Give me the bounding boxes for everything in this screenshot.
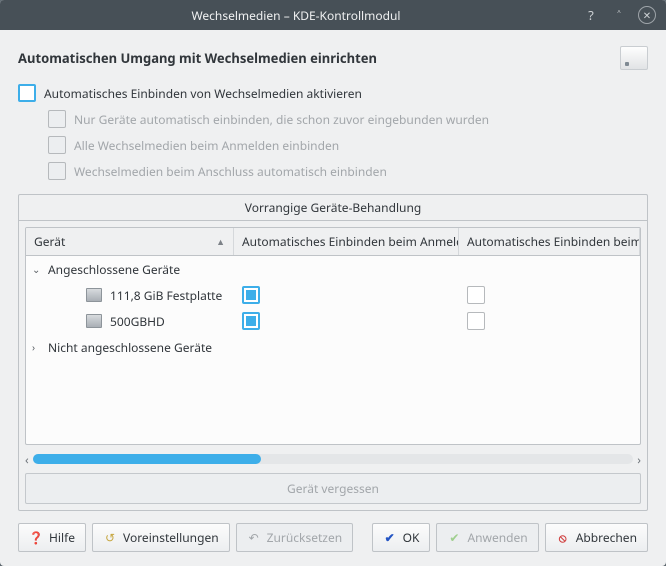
- scroll-right-icon[interactable]: ›: [637, 451, 641, 468]
- dialog-button-bar: ❓ Hilfe ↺ Voreinstellungen ↶ Zurücksetze…: [0, 523, 666, 566]
- help-icon: ❓: [29, 531, 43, 545]
- only-known-checkbox: [48, 110, 66, 128]
- titlebar-help-button[interactable]: ?: [582, 6, 600, 24]
- enable-automount-checkbox[interactable]: [18, 84, 36, 102]
- table-row[interactable]: 111,8 GiB Festplatte: [26, 282, 640, 308]
- apply-button: ✔ Anwenden: [436, 523, 538, 552]
- horizontal-scrollbar[interactable]: ‹ ›: [25, 451, 641, 467]
- help-label: Hilfe: [49, 529, 75, 546]
- titlebar-close-button[interactable]: ✕: [638, 6, 656, 24]
- scrollbar-track[interactable]: [33, 454, 634, 464]
- scrollbar-thumb[interactable]: [33, 454, 261, 464]
- on-attach-row: Wechselmedien beim Anschluss automatisch…: [48, 162, 648, 180]
- chevron-right-icon[interactable]: ›: [32, 340, 44, 354]
- apply-icon: ✔: [447, 531, 461, 545]
- group-attached-row[interactable]: ⌄ Angeschlossene Geräte: [26, 256, 640, 282]
- scroll-left-icon[interactable]: ‹: [25, 451, 29, 468]
- window-title: Wechselmedien – KDE-Kontrollmodul: [10, 7, 582, 24]
- col-device[interactable]: Gerät ▲: [26, 228, 234, 255]
- col-device-label: Gerät: [34, 233, 65, 250]
- defaults-button[interactable]: ↺ Voreinstellungen: [92, 523, 230, 552]
- reset-icon: ↶: [247, 531, 261, 545]
- reset-label: Zurücksetzen: [267, 529, 343, 546]
- login-checkbox[interactable]: [242, 286, 260, 304]
- cancel-label: Abbrechen: [576, 529, 637, 546]
- col-login[interactable]: Automatisches Einbinden beim Anmelden: [234, 228, 459, 255]
- sort-indicator-icon: ▲: [216, 235, 225, 248]
- chevron-down-icon[interactable]: ⌄: [32, 262, 44, 276]
- section-header: Automatischen Umgang mit Wechselmedien e…: [18, 46, 648, 70]
- kcm-window: Wechselmedien – KDE-Kontrollmodul ? ˄ ✕ …: [0, 0, 666, 566]
- on-attach-label: Wechselmedien beim Anschluss automatisch…: [74, 163, 387, 180]
- defaults-icon: ↺: [103, 531, 117, 545]
- group-attached-label: Angeschlossene Geräte: [48, 261, 180, 278]
- device-name: 500GBHD: [110, 313, 165, 330]
- col-attach-label: Automatisches Einbinden beim Anscl: [467, 233, 640, 250]
- table-row[interactable]: 500GBHD: [26, 308, 640, 334]
- device-override-panel: Vorrangige Geräte-Behandlung Gerät ▲ Aut…: [18, 194, 648, 511]
- titlebar: Wechselmedien – KDE-Kontrollmodul ? ˄ ✕: [0, 0, 666, 30]
- reset-button: ↶ Zurücksetzen: [236, 523, 354, 552]
- content: Automatischen Umgang mit Wechselmedien e…: [0, 30, 666, 523]
- table-header: Gerät ▲ Automatisches Einbinden beim Anm…: [26, 228, 640, 256]
- on-login-label: Alle Wechselmedien beim Anmelden einbind…: [74, 137, 339, 154]
- cancel-icon: ⦸: [556, 531, 570, 545]
- forget-device-button: Gerät vergessen: [25, 473, 641, 504]
- window-controls: ? ˄ ✕: [582, 6, 656, 24]
- page-title: Automatischen Umgang mit Wechselmedien e…: [18, 49, 377, 67]
- apply-label: Anwenden: [467, 529, 527, 546]
- only-known-label: Nur Geräte automatisch einbinden, die sc…: [74, 111, 489, 128]
- on-login-row: Alle Wechselmedien beim Anmelden einbind…: [48, 136, 648, 154]
- col-attach[interactable]: Automatisches Einbinden beim Anscl: [459, 228, 640, 255]
- ok-icon: ✔: [383, 531, 397, 545]
- only-known-row: Nur Geräte automatisch einbinden, die sc…: [48, 110, 648, 128]
- device-name: 111,8 GiB Festplatte: [110, 287, 222, 304]
- ok-button[interactable]: ✔ OK: [372, 523, 431, 552]
- forget-device-label: Gerät vergessen: [287, 480, 379, 497]
- enable-automount-label: Automatisches Einbinden von Wechselmedie…: [44, 85, 362, 102]
- attach-checkbox[interactable]: [467, 286, 485, 304]
- harddisk-icon: [86, 314, 102, 328]
- ok-label: OK: [403, 529, 420, 546]
- on-attach-checkbox: [48, 162, 66, 180]
- group-detached-row[interactable]: › Nicht angeschlossene Geräte: [26, 334, 640, 360]
- cancel-button[interactable]: ⦸ Abbrechen: [545, 523, 648, 552]
- panel-title: Vorrangige Geräte-Behandlung: [19, 195, 647, 221]
- group-detached-label: Nicht angeschlossene Geräte: [48, 339, 212, 356]
- enable-automount-row[interactable]: Automatisches Einbinden von Wechselmedie…: [18, 84, 648, 102]
- defaults-label: Voreinstellungen: [123, 529, 219, 546]
- removable-media-icon: [620, 46, 648, 70]
- attach-checkbox[interactable]: [467, 312, 485, 330]
- col-login-label: Automatisches Einbinden beim Anmelden: [242, 233, 459, 250]
- table-body: ⌄ Angeschlossene Geräte 111,8 GiB Festpl…: [26, 256, 640, 444]
- login-checkbox[interactable]: [242, 312, 260, 330]
- device-table: Gerät ▲ Automatisches Einbinden beim Anm…: [25, 227, 641, 445]
- harddisk-icon: [86, 288, 102, 302]
- help-button[interactable]: ❓ Hilfe: [18, 523, 86, 552]
- on-login-checkbox: [48, 136, 66, 154]
- titlebar-keepabove-button[interactable]: ˄: [610, 6, 628, 24]
